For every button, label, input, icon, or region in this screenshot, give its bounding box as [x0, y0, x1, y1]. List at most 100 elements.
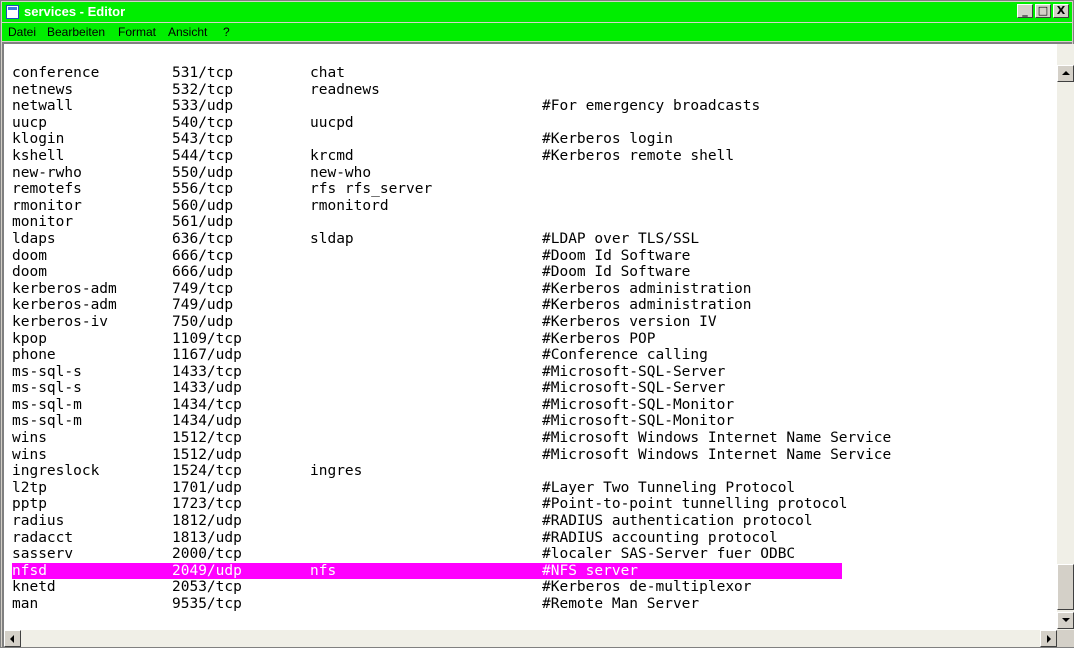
text-line[interactable]: netwall 533/udp #For emergency broadcasts: [12, 98, 1058, 115]
text-line[interactable]: klogin 543/tcp #Kerberos login: [12, 131, 1058, 148]
port-protocol: 1433/udp: [172, 380, 242, 397]
scroll-down-button[interactable]: [1057, 612, 1074, 629]
port-protocol: 550/udp: [172, 164, 234, 181]
text-line[interactable]: ms-sql-m 1434/udp #Microsoft-SQL-Monitor: [12, 413, 1058, 430]
text-line[interactable]: monitor 561/udp: [12, 214, 1058, 231]
port-protocol: 533/udp: [172, 98, 234, 115]
port-protocol: 1812/udp: [172, 513, 242, 530]
aliases: new-who: [310, 164, 372, 181]
text-line[interactable]: man 9535/tcp #Remote Man Server: [12, 596, 1058, 613]
comment: #Kerberos POP: [542, 330, 656, 347]
scrollbar-corner: [1057, 630, 1074, 647]
scroll-right-button[interactable]: [1040, 630, 1057, 647]
title-bar[interactable]: services - Editor _ □ X: [2, 2, 1072, 22]
port-protocol: 544/tcp: [172, 147, 234, 164]
window-title: services - Editor: [24, 4, 126, 19]
service-name: kerberos-iv: [12, 313, 109, 330]
text-line[interactable]: ms-sql-s 1433/tcp #Microsoft-SQL-Server: [12, 364, 1058, 381]
text-line[interactable]: doom 666/tcp #Doom Id Software: [12, 248, 1058, 265]
port-protocol: 749/tcp: [172, 280, 234, 297]
service-name: monitor: [12, 214, 74, 231]
menu-format[interactable]: Format: [116, 23, 158, 41]
menu-bearbeiten-label: Bearbeiten: [47, 25, 106, 39]
port-protocol: 750/udp: [172, 313, 234, 330]
maximize-button[interactable]: □: [1035, 4, 1051, 18]
service-name: doom: [12, 264, 47, 281]
text-line[interactable]: ms-sql-s 1433/udp #Microsoft-SQL-Server: [12, 380, 1058, 397]
text-line[interactable]: wins 1512/tcp #Microsoft Windows Internet …: [12, 430, 1058, 447]
service-name: ms-sql-s: [12, 380, 82, 397]
text-line[interactable]: conference 531/tcp chat: [12, 65, 1058, 82]
comment: #Remote Man Server: [542, 596, 700, 612]
text-line[interactable]: uucp 540/tcp uucpd: [12, 115, 1058, 132]
text-line[interactable]: kshell 544/tcp krcmd #Kerberos remote shell: [12, 148, 1058, 165]
comment: #Layer Two Tunneling Protocol: [542, 479, 796, 496]
menu-datei[interactable]: Datei: [6, 23, 38, 41]
text-area[interactable]: conference 531/tcp chat netnews 532/tcp readn…: [12, 65, 1058, 645]
port-protocol: 560/udp: [172, 197, 234, 214]
text-line[interactable]: kerberos-adm 749/udp #Kerberos administrat…: [12, 297, 1058, 314]
vertical-scrollbar[interactable]: [1057, 44, 1074, 630]
comment: #Kerberos de-multiplexor: [542, 579, 752, 596]
text-line[interactable]: wins 1512/udp #Microsoft Windows Internet …: [12, 447, 1058, 464]
text-line[interactable]: radacct 1813/udp #RADIUS accounting protoc…: [12, 530, 1058, 547]
text-line[interactable]: ingreslock 1524/tcp ingres: [12, 463, 1058, 480]
text-line[interactable]: new-rwho 550/udp new-who: [12, 165, 1058, 182]
service-name: kshell: [12, 147, 65, 164]
service-name: new-rwho: [12, 164, 82, 181]
port-protocol: 1434/udp: [172, 413, 242, 430]
horizontal-scrollbar[interactable]: [4, 630, 1057, 647]
service-name: pptp: [12, 496, 47, 513]
comment: #LDAP over TLS/SSL: [542, 230, 700, 247]
text-line[interactable]: remotefs 556/tcp rfs rfs_server: [12, 181, 1058, 198]
comment: #Kerberos version IV: [542, 313, 717, 330]
menu-ansicht[interactable]: Ansicht: [166, 23, 209, 41]
service-name: kpop: [12, 330, 47, 347]
aliases: nfs: [310, 562, 337, 579]
comment: #localer SAS-Server fuer ODBC: [542, 546, 796, 563]
text-line[interactable]: netnews 532/tcp readnews: [12, 82, 1058, 99]
port-protocol: 1813/udp: [172, 529, 242, 546]
close-button[interactable]: X: [1053, 4, 1069, 18]
text-line[interactable]: pptp 1723/tcp #Point-to-point tunnelling p…: [12, 496, 1058, 513]
scroll-up-button[interactable]: [1057, 65, 1074, 82]
service-name: man: [12, 596, 39, 612]
service-name: conference: [12, 65, 100, 81]
comment: #Doom Id Software: [542, 264, 691, 281]
text-line[interactable]: kpop 1109/tcp #Kerberos POP: [12, 331, 1058, 348]
text-line[interactable]: nfsd 2049/udp nfs #NFS server: [12, 562, 842, 580]
text-line[interactable]: ldaps 636/tcp sldap #LDAP over TLS/SSL: [12, 231, 1058, 248]
port-protocol: 1723/tcp: [172, 496, 242, 513]
text-line[interactable]: rmonitor 560/udp rmonitord: [12, 198, 1058, 215]
service-name: rmonitor: [12, 197, 82, 214]
text-line[interactable]: sasserv 2000/tcp #localer SAS-Server fuer …: [12, 546, 1058, 563]
service-name: klogin: [12, 131, 65, 148]
text-line[interactable]: kerberos-iv 750/udp #Kerberos version IV: [12, 314, 1058, 331]
port-protocol: 9535/tcp: [172, 596, 242, 612]
menu-help[interactable]: ?: [221, 23, 232, 41]
minimize-button[interactable]: _: [1017, 4, 1033, 18]
service-name: remotefs: [12, 181, 82, 198]
text-line[interactable]: ms-sql-m 1434/tcp #Microsoft-SQL-Monitor: [12, 397, 1058, 414]
text-line[interactable]: radius 1812/udp #RADIUS authentication pro…: [12, 513, 1058, 530]
service-name: radacct: [12, 529, 74, 546]
text-line[interactable]: kerberos-adm 749/tcp #Kerberos administrat…: [12, 281, 1058, 298]
port-protocol: 2053/tcp: [172, 579, 242, 596]
port-protocol: 1433/tcp: [172, 363, 242, 380]
scroll-left-button[interactable]: [4, 630, 21, 647]
aliases: readnews: [310, 81, 380, 98]
menu-bar: Datei Bearbeiten Format Ansicht ?: [2, 23, 1072, 41]
arrow-up-icon: [1062, 71, 1070, 75]
comment: #Microsoft-SQL-Monitor: [542, 413, 735, 430]
text-line[interactable]: phone 1167/udp #Conference calling: [12, 347, 1058, 364]
port-protocol: 1512/tcp: [172, 430, 242, 447]
service-name: ldaps: [12, 230, 56, 247]
port-protocol: 1512/udp: [172, 446, 242, 463]
text-line[interactable]: l2tp 1701/udp #Layer Two Tunneling Protoco…: [12, 480, 1058, 497]
menu-bearbeiten[interactable]: Bearbeiten: [45, 23, 107, 41]
vertical-scroll-thumb[interactable]: [1057, 564, 1074, 610]
text-line[interactable]: knetd 2053/tcp #Kerberos de-multiplexor: [12, 579, 1058, 596]
port-protocol: 666/tcp: [172, 247, 234, 264]
comment: #Microsoft Windows Internet Name Service: [542, 446, 892, 463]
text-line[interactable]: doom 666/udp #Doom Id Software: [12, 264, 1058, 281]
